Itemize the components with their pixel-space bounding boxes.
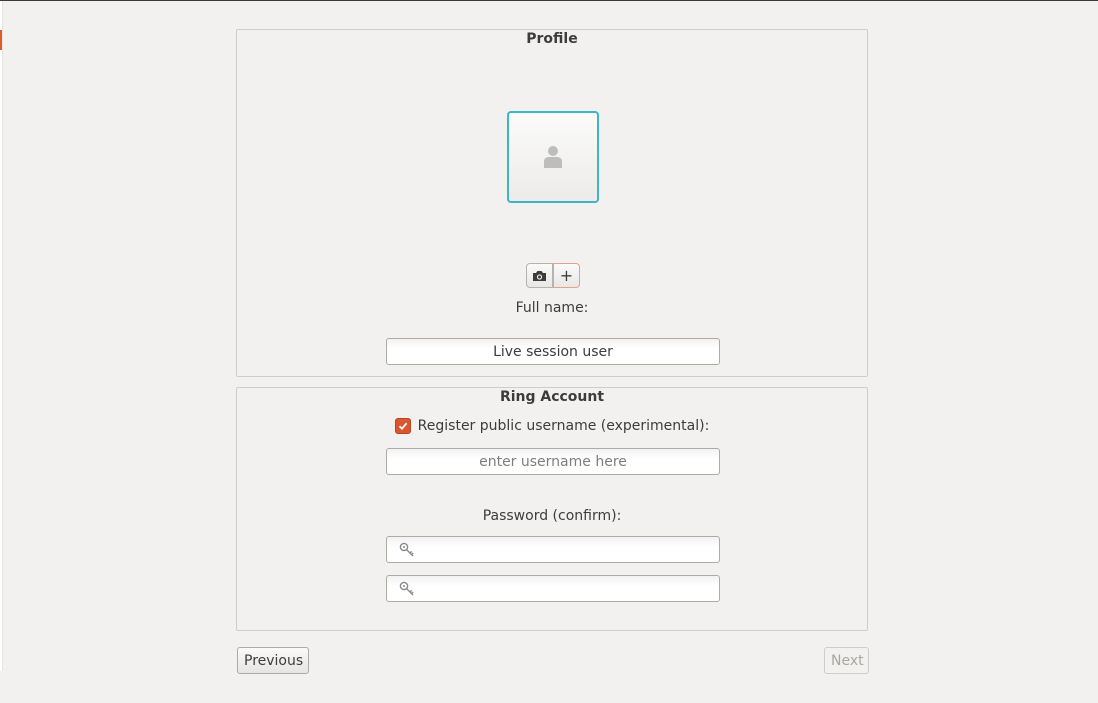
password-confirm-field[interactable] (386, 575, 720, 602)
left-edge-accent (0, 30, 2, 50)
checkmark-icon (398, 422, 407, 431)
photo-button-group: + (526, 263, 580, 288)
person-icon (544, 146, 562, 168)
camera-icon (533, 270, 546, 281)
left-edge-strip (0, 1, 3, 671)
window-top-border (0, 0, 1098, 1)
take-photo-button[interactable] (526, 263, 553, 288)
password-confirm-input[interactable] (419, 575, 719, 602)
ring-account-title: Ring Account (499, 389, 605, 405)
next-button[interactable]: Next (824, 647, 869, 674)
avatar[interactable] (507, 111, 599, 203)
register-username-checkbox[interactable] (394, 418, 411, 434)
password-label: Password (confirm): (482, 508, 622, 524)
fullname-label: Full name: (515, 300, 589, 316)
register-username-row: Register public username (experimental): (237, 416, 867, 436)
profile-title: Profile (526, 31, 578, 47)
password-input[interactable] (419, 536, 719, 563)
fullname-field[interactable] (386, 338, 720, 365)
plus-icon: + (559, 265, 574, 285)
password-field[interactable] (386, 536, 720, 563)
key-icon (399, 581, 414, 595)
key-icon (399, 542, 414, 556)
register-username-label[interactable]: Register public username (experimental): (418, 418, 710, 434)
previous-button[interactable]: Previous (237, 647, 309, 674)
choose-image-button[interactable]: + (553, 263, 580, 288)
ring-account-panel: Ring Account Register public username (e… (236, 387, 868, 631)
username-input[interactable] (386, 448, 720, 475)
profile-panel: Profile + Full name: (236, 29, 868, 377)
